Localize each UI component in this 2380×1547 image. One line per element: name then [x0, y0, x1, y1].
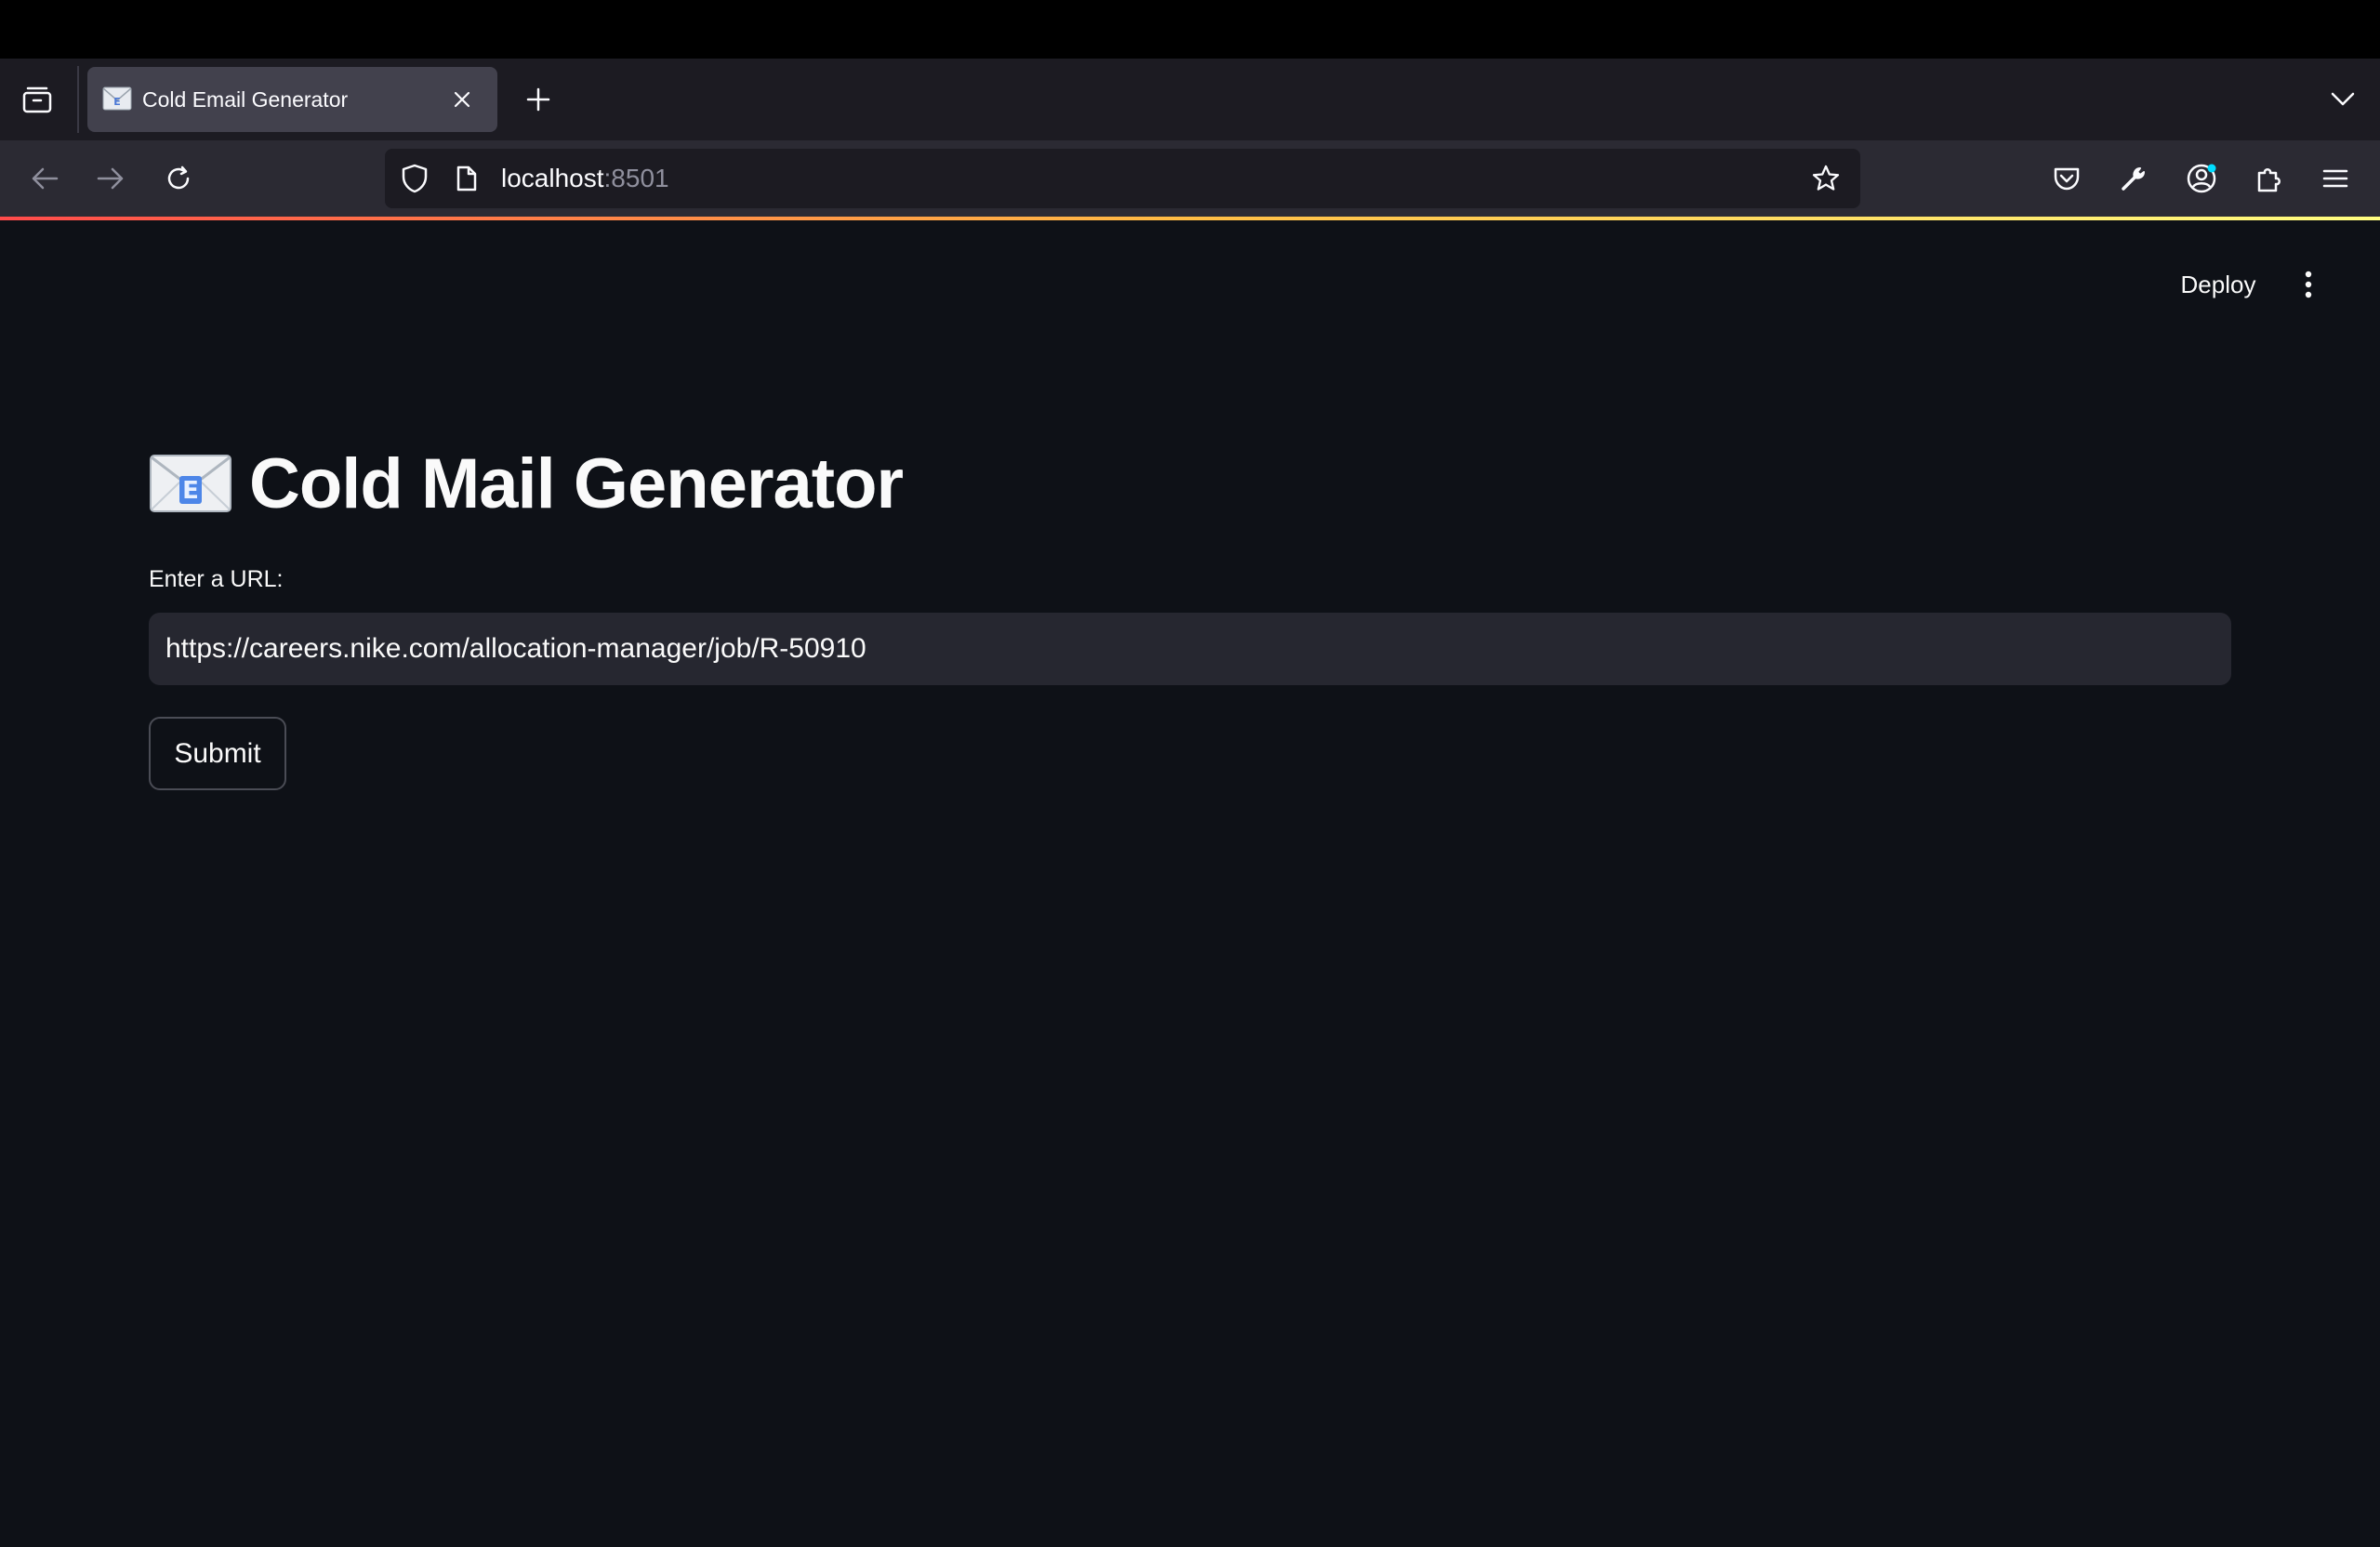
account-button[interactable]: [2177, 154, 2226, 203]
tab-cold-email-generator[interactable]: E Cold Email Generator: [87, 67, 497, 132]
address-port: :8501: [603, 164, 669, 192]
developer-tools-button[interactable]: [2109, 154, 2158, 203]
back-arrow-icon: [32, 167, 59, 190]
page-title: Cold Mail Generator: [249, 443, 904, 523]
forward-button[interactable]: [86, 154, 135, 203]
app-menu-button[interactable]: [2311, 154, 2360, 203]
star-icon: [1812, 165, 1840, 191]
url-input-label: Enter a URL:: [149, 566, 284, 592]
tab-divider: [77, 66, 79, 133]
window-top-bar: [0, 0, 2380, 59]
svg-text:E: E: [182, 477, 199, 505]
tab-overview-button[interactable]: [15, 79, 60, 120]
reload-button[interactable]: [154, 154, 203, 203]
wrench-icon: [2122, 167, 2145, 191]
hamburger-menu-icon: [2322, 169, 2348, 188]
puzzle-piece-icon: [2257, 168, 2281, 192]
chevron-down-icon: [2331, 92, 2355, 106]
pocket-button[interactable]: [2043, 154, 2091, 203]
list-all-tabs-button[interactable]: [2320, 77, 2365, 122]
tab-close-button[interactable]: [446, 84, 478, 115]
pocket-icon: [2054, 167, 2080, 191]
tab-overview-icon: [22, 86, 52, 113]
tab-strip: E Cold Email Generator: [0, 59, 2380, 140]
streamlit-decoration-bar: [0, 217, 2380, 220]
address-text[interactable]: localhost:8501: [501, 149, 669, 208]
tracking-protection-button[interactable]: [398, 162, 431, 195]
plus-icon: [526, 87, 550, 112]
shield-icon: [402, 164, 428, 193]
deploy-button[interactable]: Deploy: [2166, 263, 2270, 306]
account-icon: [2187, 164, 2216, 193]
extensions-button[interactable]: [2245, 154, 2294, 203]
tab-title: Cold Email Generator: [142, 87, 349, 112]
url-input[interactable]: [149, 613, 2231, 685]
address-bar[interactable]: localhost:8501: [385, 149, 1860, 208]
envelope-icon: E: [102, 86, 132, 111]
address-host: localhost: [501, 164, 604, 192]
site-info-button[interactable]: [450, 162, 483, 195]
navigation-bar: localhost:8501: [0, 140, 2380, 217]
bookmark-button[interactable]: [1807, 160, 1844, 197]
reload-icon: [167, 165, 190, 190]
vertical-dots-icon: [2305, 271, 2312, 298]
page-title-row: E Cold Mail Generator: [149, 437, 904, 530]
page-icon: [456, 165, 477, 192]
back-button[interactable]: [20, 154, 69, 203]
close-icon: [454, 91, 470, 108]
submit-button[interactable]: Submit: [149, 717, 286, 790]
svg-text:E: E: [113, 96, 121, 108]
streamlit-main-menu-button[interactable]: [2289, 263, 2328, 306]
forward-arrow-icon: [97, 167, 124, 190]
envelope-icon: E: [150, 455, 231, 512]
new-tab-button[interactable]: [516, 77, 561, 122]
